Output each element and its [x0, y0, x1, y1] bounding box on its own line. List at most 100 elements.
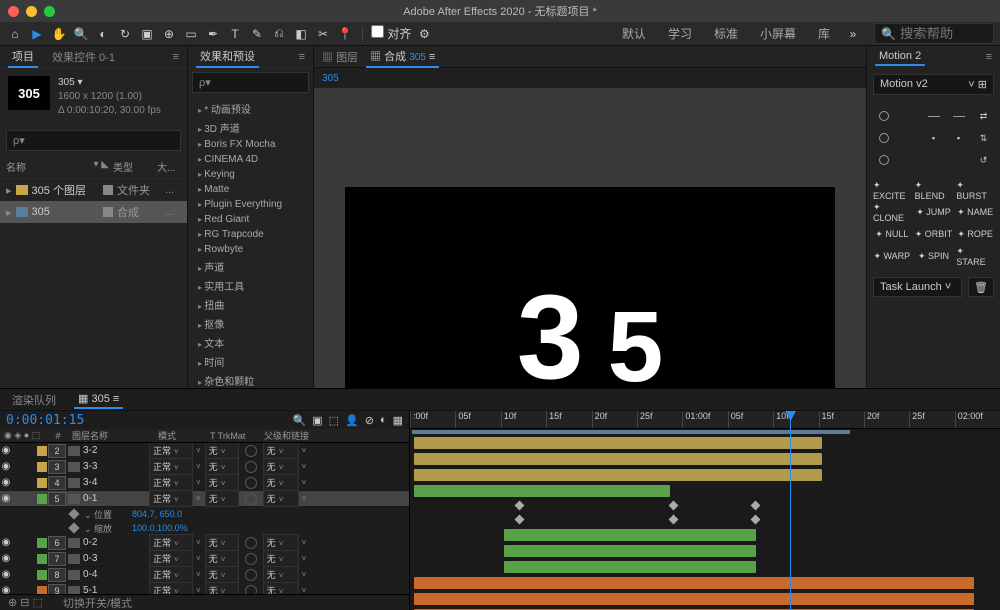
- keyframe-icon[interactable]: [751, 501, 761, 511]
- timeline-layer-row[interactable]: ◉50-1正常˅˅无˅无˅˅: [0, 491, 409, 507]
- visibility-toggle[interactable]: ◉: [0, 585, 12, 594]
- close-window-icon[interactable]: [8, 6, 19, 17]
- rotate-tool-icon[interactable]: ↻: [116, 25, 134, 43]
- workspace-tab[interactable]: 小屏幕: [750, 22, 806, 45]
- parent-dropdown[interactable]: 无˅: [263, 582, 299, 594]
- parent-dropdown[interactable]: 无˅: [263, 458, 299, 475]
- snap-options-icon[interactable]: ⚙: [415, 25, 433, 43]
- label-color[interactable]: [37, 478, 47, 488]
- shape-tool-icon[interactable]: ▭: [182, 25, 200, 43]
- help-search-input[interactable]: [900, 26, 990, 41]
- keyframe-icon[interactable]: [669, 501, 679, 511]
- layer-duration-bar[interactable]: [414, 469, 822, 481]
- layer-duration-bar[interactable]: [414, 453, 822, 465]
- parent-dropdown[interactable]: 无˅: [263, 566, 299, 583]
- shy-icon[interactable]: 👤: [345, 414, 359, 427]
- snap-checkbox[interactable]: 对齐: [371, 25, 411, 42]
- timeline-layer-row[interactable]: ◉43-4正常˅˅无˅无˅˅: [0, 475, 409, 491]
- keyframe-nav-icon[interactable]: [68, 522, 79, 533]
- label-color[interactable]: [37, 554, 47, 564]
- effect-category[interactable]: 时间: [188, 352, 313, 371]
- comp-breadcrumb[interactable]: 305: [322, 73, 339, 84]
- trkmat-dropdown[interactable]: 无˅: [205, 582, 239, 594]
- timeline-layer-row[interactable]: ◉33-3正常˅˅无˅无˅˅: [0, 459, 409, 475]
- blend-mode-dropdown[interactable]: 正常˅: [149, 534, 193, 551]
- pickwhip-icon[interactable]: [245, 445, 257, 457]
- effects-search[interactable]: ρ▾: [192, 72, 309, 93]
- label-color[interactable]: [37, 570, 47, 580]
- align-h2[interactable]: [948, 107, 969, 125]
- motion-action-jump[interactable]: ✦ JUMP: [915, 203, 953, 221]
- motion-action-name[interactable]: ✦ NAME: [956, 203, 994, 221]
- orbit-tool-icon[interactable]: ◐: [94, 25, 112, 43]
- render-queue-tab[interactable]: 渲染队列: [8, 390, 60, 410]
- workspace-more-icon[interactable]: »: [844, 25, 862, 43]
- workspace-tab[interactable]: 标准: [704, 22, 748, 45]
- effect-category[interactable]: 抠像: [188, 314, 313, 333]
- timeline-layer-row[interactable]: ◉95-1正常˅˅无˅无˅˅: [0, 583, 409, 594]
- property-row[interactable]: ⌄ 缩放100.0,100.0%: [0, 521, 409, 535]
- task-launch-dropdown[interactable]: Task Launch ˅: [873, 277, 962, 297]
- blend-mode-dropdown[interactable]: 正常˅: [149, 582, 193, 594]
- pickwhip-icon[interactable]: [245, 537, 257, 549]
- effect-category[interactable]: 扭曲: [188, 295, 313, 314]
- timeline-comp-tab[interactable]: ▦ 305 ≡: [74, 390, 123, 409]
- effect-category[interactable]: CINEMA 4D: [188, 152, 313, 167]
- anchor-bl[interactable]: [873, 151, 894, 169]
- trkmat-dropdown[interactable]: 无˅: [205, 474, 239, 491]
- motion-action-rope[interactable]: ✦ ROPE: [956, 225, 994, 243]
- timeline-layer-row[interactable]: ◉23-2正常˅˅无˅无˅˅: [0, 443, 409, 459]
- effect-category[interactable]: 实用工具: [188, 276, 313, 295]
- pickwhip-icon[interactable]: [245, 585, 257, 595]
- blend-mode-dropdown[interactable]: 正常˅: [149, 474, 193, 491]
- effect-category[interactable]: Boris FX Mocha: [188, 137, 313, 152]
- effect-category[interactable]: 声道: [188, 257, 313, 276]
- workspace-tab[interactable]: 库: [808, 22, 840, 45]
- project-search[interactable]: ρ▾: [6, 130, 181, 151]
- effect-category[interactable]: Keying: [188, 167, 313, 182]
- pickwhip-icon[interactable]: [245, 493, 257, 505]
- layer-duration-bar[interactable]: [504, 545, 756, 557]
- parent-dropdown[interactable]: 无˅: [263, 534, 299, 551]
- project-tab[interactable]: 项目: [8, 46, 38, 68]
- label-color[interactable]: [37, 494, 47, 504]
- motion-preset-dropdown[interactable]: Motion v2˅ ⊞: [873, 74, 994, 95]
- timecode-display[interactable]: 0:00:01:15: [6, 413, 84, 428]
- keyframe-nav-icon[interactable]: [68, 508, 79, 519]
- effect-category[interactable]: Plugin Everything: [188, 197, 313, 212]
- maximize-window-icon[interactable]: [44, 6, 55, 17]
- label-color[interactable]: [37, 462, 47, 472]
- timeline-layer-row[interactable]: ◉60-2正常˅˅无˅无˅˅: [0, 535, 409, 551]
- toggle-modes-button[interactable]: 切换开关/模式: [63, 595, 132, 610]
- graph-editor-icon[interactable]: ▦: [393, 414, 403, 427]
- pickwhip-icon[interactable]: [245, 477, 257, 489]
- align-v2[interactable]: ▪: [948, 129, 969, 147]
- trkmat-dropdown[interactable]: 无˅: [205, 443, 239, 459]
- anchor-tl[interactable]: [873, 107, 894, 125]
- motion-action-spin[interactable]: ✦ SPIN: [915, 247, 953, 265]
- trkmat-dropdown[interactable]: 无˅: [205, 490, 239, 507]
- draft-3d-icon[interactable]: ⬚: [329, 414, 339, 427]
- project-item[interactable]: ▸305 个图层文件夹...: [0, 179, 187, 201]
- visibility-toggle[interactable]: ◉: [0, 569, 12, 580]
- panel-menu-icon[interactable]: ≡: [299, 51, 305, 63]
- trkmat-dropdown[interactable]: 无˅: [205, 458, 239, 475]
- parent-dropdown[interactable]: 无˅: [263, 550, 299, 567]
- brush-tool-icon[interactable]: ✎: [248, 25, 266, 43]
- effect-category[interactable]: Rowbyte: [188, 242, 313, 257]
- keyframe-icon[interactable]: [515, 501, 525, 511]
- trkmat-dropdown[interactable]: 无˅: [205, 534, 239, 551]
- visibility-toggle[interactable]: ◉: [0, 537, 12, 548]
- effect-category[interactable]: Matte: [188, 182, 313, 197]
- layer-duration-bar[interactable]: [414, 593, 974, 605]
- motion-action-excite[interactable]: ✦ EXCITE: [873, 181, 911, 199]
- visibility-toggle[interactable]: ◉: [0, 445, 12, 456]
- visibility-toggle[interactable]: ◉: [0, 477, 12, 488]
- layer-duration-bar[interactable]: [414, 437, 822, 449]
- viewer-comp-tab[interactable]: ▦ 合成 305 ≡: [366, 46, 439, 68]
- selection-tool-icon[interactable]: ▶: [28, 25, 46, 43]
- roto-tool-icon[interactable]: ✂: [314, 25, 332, 43]
- task-delete-icon[interactable]: 🗑: [968, 277, 994, 297]
- pickwhip-icon[interactable]: [245, 553, 257, 565]
- time-ruler[interactable]: :00f05f10f15f20f25f01:00f05f10f15f20f25f…: [410, 411, 1000, 429]
